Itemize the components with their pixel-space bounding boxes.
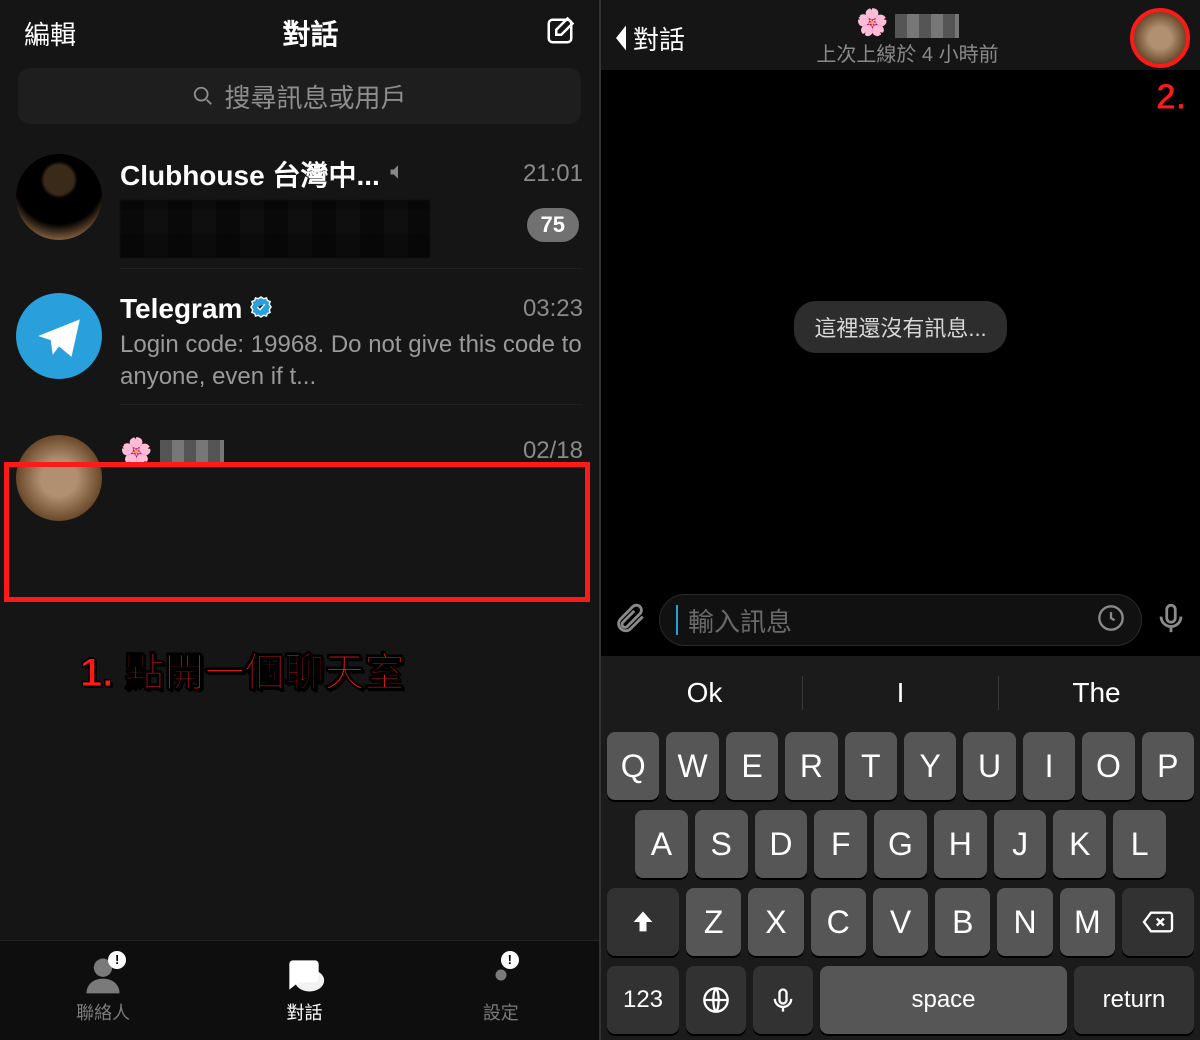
- key-y[interactable]: Y: [904, 732, 956, 800]
- key-d[interactable]: D: [755, 810, 808, 878]
- key-u[interactable]: U: [963, 732, 1015, 800]
- message-input-row: 輸入訊息: [601, 584, 1200, 656]
- verified-icon: [250, 296, 272, 323]
- key-g[interactable]: G: [874, 810, 927, 878]
- key-v[interactable]: V: [873, 888, 928, 956]
- compose-button[interactable]: [545, 16, 575, 51]
- suggestion[interactable]: The: [999, 677, 1194, 709]
- key-row: Z X C V B N M: [607, 888, 1194, 956]
- tab-chats[interactable]: 對話: [282, 953, 326, 1025]
- back-label: 對話: [633, 20, 685, 57]
- empty-state-message: 這裡還沒有訊息...: [794, 301, 1006, 353]
- chat-item[interactable]: Telegram 03:23 Login code: 19968. Do not…: [0, 281, 599, 417]
- key-z[interactable]: Z: [686, 888, 741, 956]
- key-c[interactable]: C: [811, 888, 866, 956]
- profile-avatar-button[interactable]: [1130, 8, 1190, 68]
- alert-badge-icon: !: [501, 951, 519, 969]
- input-placeholder: 輸入訊息: [688, 602, 1087, 639]
- sticker-button[interactable]: [1097, 604, 1125, 637]
- conversation-screen: 對話 🌸 上次上線於 4 小時前 2. 這裡還沒有訊息... 輸入訊息: [601, 0, 1200, 1040]
- last-seen-status: 上次上線於 4 小時前: [685, 38, 1130, 67]
- unread-badge: 75: [527, 208, 579, 242]
- annotation-label-2: 2.: [1156, 76, 1186, 118]
- key-q[interactable]: Q: [607, 732, 659, 800]
- key-w[interactable]: W: [666, 732, 718, 800]
- annotation-label-1: 1. 點開一個聊天室: [80, 640, 404, 698]
- avatar: [16, 435, 102, 521]
- key-shift[interactable]: [607, 888, 679, 956]
- message-area[interactable]: 這裡還沒有訊息...: [601, 70, 1200, 584]
- avatar: [16, 154, 102, 240]
- avatar: [16, 293, 102, 379]
- tab-contacts[interactable]: ! 聯絡人: [76, 953, 130, 1025]
- key-123[interactable]: 123: [607, 966, 679, 1034]
- conversation-header: 對話 🌸 上次上線於 4 小時前: [601, 0, 1200, 70]
- key-k[interactable]: K: [1053, 810, 1106, 878]
- key-r[interactable]: R: [785, 732, 837, 800]
- chat-time: 21:01: [523, 160, 583, 188]
- tab-settings[interactable]: ! 設定: [479, 953, 523, 1025]
- chat-item[interactable]: 🌸 02/18: [0, 417, 599, 553]
- back-button[interactable]: 對話: [611, 20, 685, 57]
- message-input[interactable]: 輸入訊息: [659, 594, 1142, 646]
- conversation-title[interactable]: 🌸: [685, 9, 1130, 37]
- keyboard: Ok I The Q W E R T Y U I O P A S D F G H…: [601, 656, 1200, 1040]
- key-b[interactable]: B: [935, 888, 990, 956]
- chat-name: Clubhouse 台灣中...: [120, 154, 380, 194]
- muted-icon: [388, 162, 408, 187]
- key-backspace[interactable]: [1122, 888, 1194, 956]
- tab-label: 對話: [286, 999, 322, 1025]
- suggestion-bar: Ok I The: [607, 664, 1194, 722]
- tab-bar: ! 聯絡人 對話 ! 設定: [0, 940, 599, 1040]
- key-return[interactable]: return: [1074, 966, 1194, 1034]
- edit-button[interactable]: 編輯: [24, 15, 76, 52]
- key-j[interactable]: J: [994, 810, 1047, 878]
- redacted-name: [895, 14, 959, 38]
- key-x[interactable]: X: [748, 888, 803, 956]
- tab-label: 設定: [483, 999, 519, 1025]
- chat-list-screen: 編輯 對話 搜尋訊息或用戶 Clubhouse 台灣中... 21:01: [0, 0, 601, 1040]
- text-cursor: [676, 605, 678, 635]
- redacted-name: [160, 440, 224, 464]
- key-e[interactable]: E: [726, 732, 778, 800]
- key-row: Q W E R T Y U I O P: [607, 732, 1194, 800]
- attach-button[interactable]: [613, 601, 647, 640]
- key-p[interactable]: P: [1142, 732, 1194, 800]
- flower-icon: 🌸: [120, 438, 152, 464]
- search-input[interactable]: 搜尋訊息或用戶: [18, 68, 581, 124]
- tab-label: 聯絡人: [76, 999, 130, 1025]
- chat-preview: Login code: 19968. Do not give this code…: [120, 329, 583, 394]
- chat-list-header: 編輯 對話: [0, 0, 599, 60]
- key-n[interactable]: N: [997, 888, 1052, 956]
- key-globe[interactable]: [686, 966, 746, 1034]
- chat-name: 🌸: [120, 435, 224, 467]
- alert-badge-icon: !: [108, 951, 126, 969]
- redacted-preview: [120, 200, 430, 258]
- key-a[interactable]: A: [635, 810, 688, 878]
- key-s[interactable]: S: [695, 810, 748, 878]
- flower-icon: 🌸: [856, 9, 888, 35]
- key-t[interactable]: T: [845, 732, 897, 800]
- search-placeholder: 搜尋訊息或用戶: [224, 78, 406, 115]
- page-title: 對話: [283, 13, 339, 53]
- key-dictation[interactable]: [753, 966, 813, 1034]
- voice-message-button[interactable]: [1154, 601, 1188, 640]
- suggestion[interactable]: I: [803, 677, 998, 709]
- key-i[interactable]: I: [1023, 732, 1075, 800]
- chat-name: Telegram: [120, 293, 242, 325]
- key-h[interactable]: H: [934, 810, 987, 878]
- suggestion[interactable]: Ok: [607, 677, 802, 709]
- key-o[interactable]: O: [1082, 732, 1134, 800]
- key-m[interactable]: M: [1060, 888, 1115, 956]
- chat-time: 03:23: [523, 295, 583, 323]
- chat-list: Clubhouse 台灣中... 21:01 75 Telegram: [0, 142, 599, 553]
- key-f[interactable]: F: [814, 810, 867, 878]
- key-row: 123 space return: [607, 966, 1194, 1034]
- key-row: A S D F G H J K L: [607, 810, 1194, 878]
- key-space[interactable]: space: [820, 966, 1067, 1034]
- chat-item[interactable]: Clubhouse 台灣中... 21:01 75: [0, 142, 599, 281]
- chat-time: 02/18: [523, 437, 583, 465]
- key-l[interactable]: L: [1113, 810, 1166, 878]
